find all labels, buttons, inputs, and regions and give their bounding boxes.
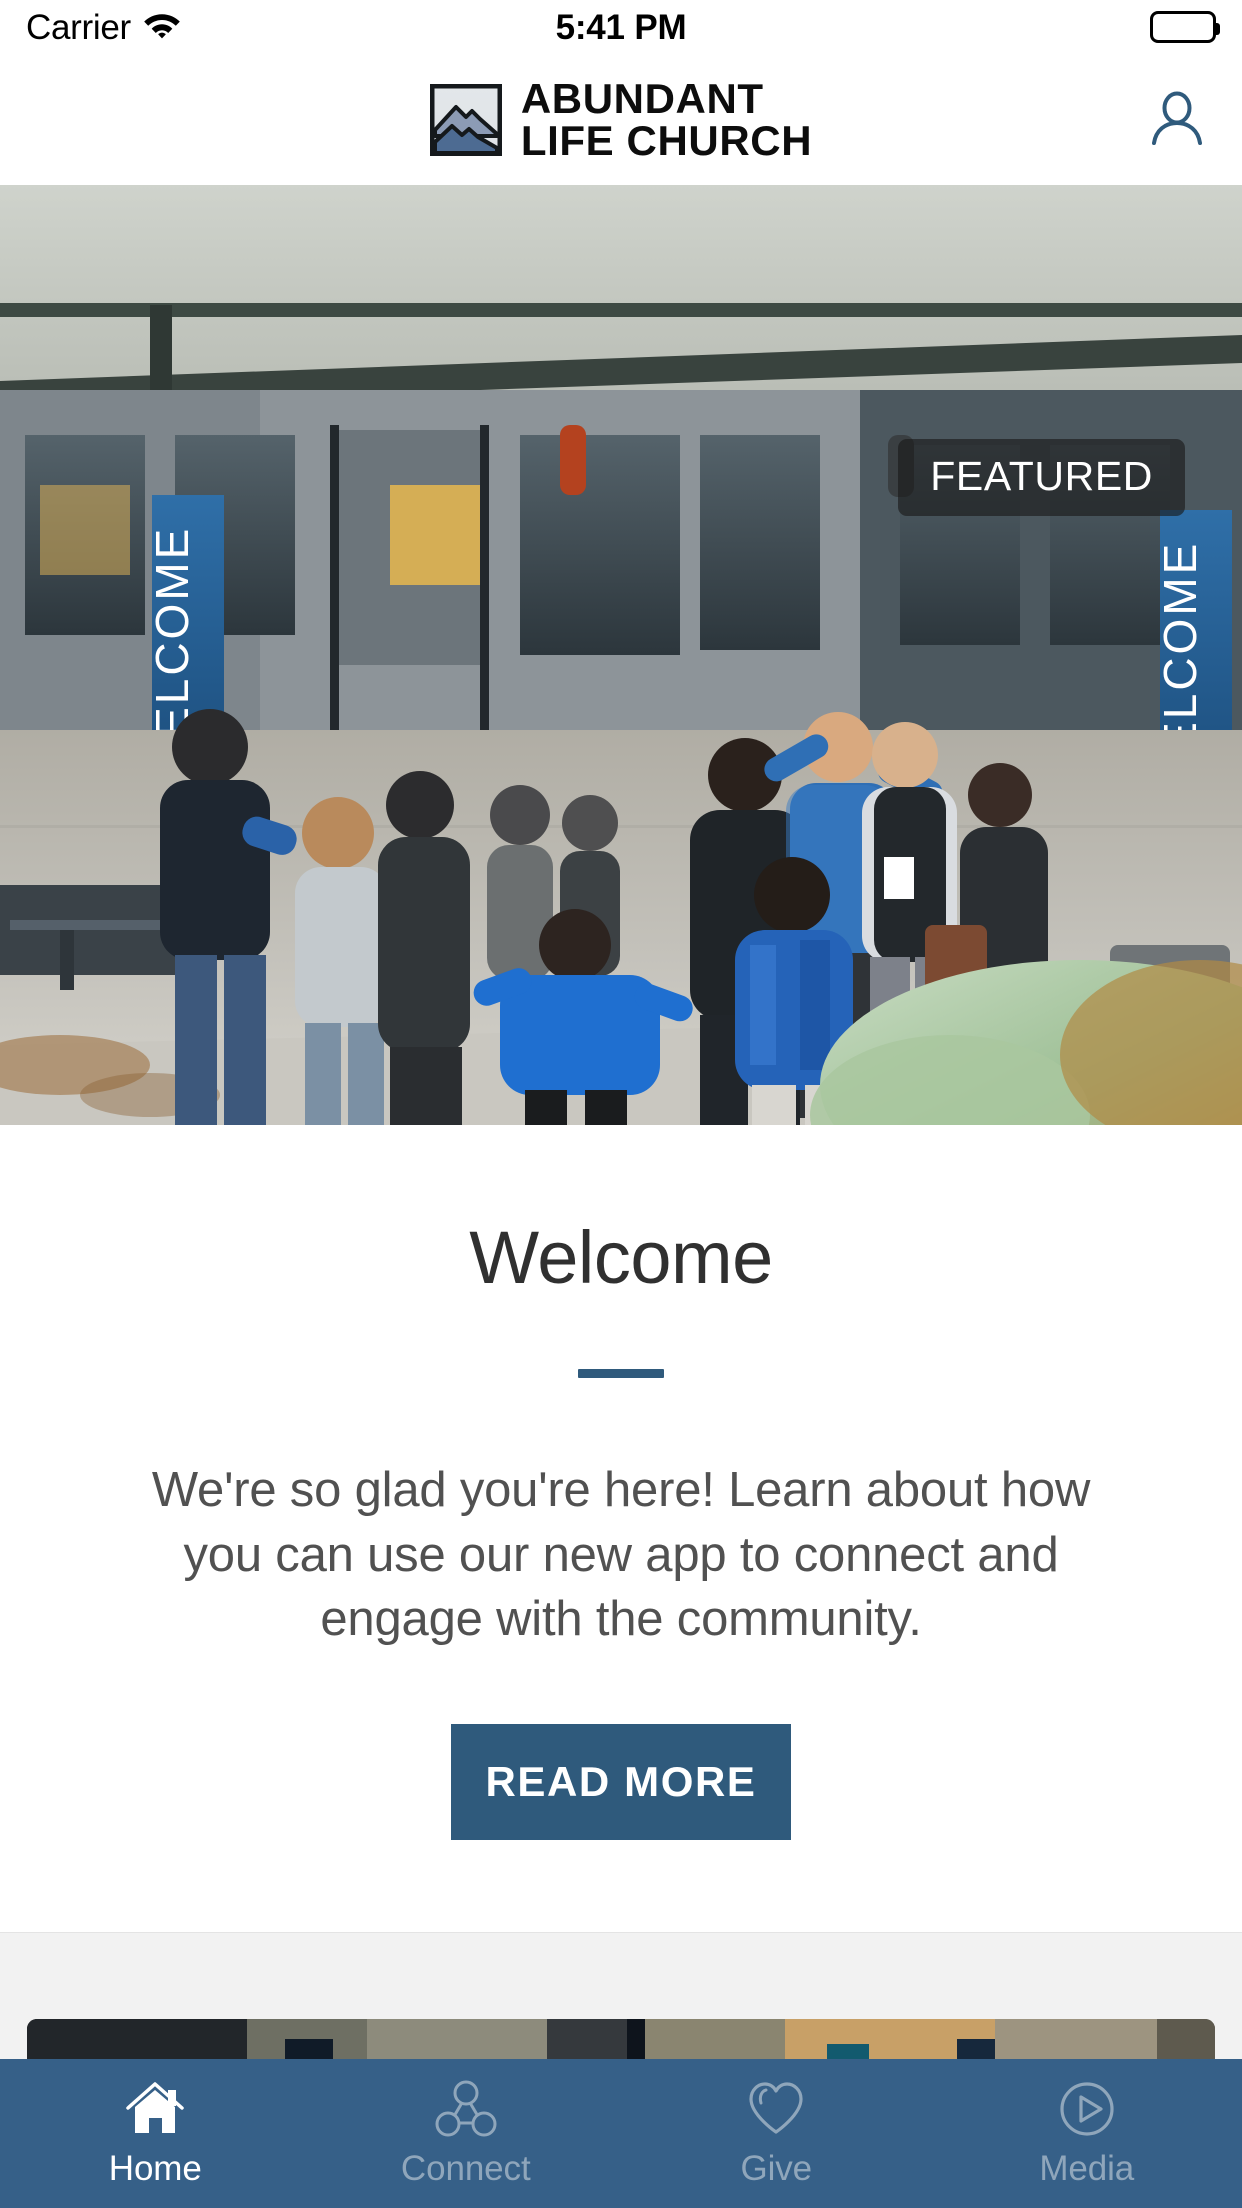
tab-label-media: Media [1039,2149,1135,2188]
featured-badge-label: FEATURED [930,453,1153,499]
status-bar-right [686,11,1221,43]
status-bar: Carrier 5:41 PM [0,0,1242,54]
account-button[interactable] [1146,89,1208,151]
tab-label-give: Give [740,2149,813,2188]
tab-label-connect: Connect [400,2149,531,2188]
app-header: ABUNDANT LIFE CHURCH [0,54,1242,185]
title-divider [578,1369,664,1378]
home-icon [124,2076,186,2142]
brand-text: ABUNDANT LIFE CHURCH [520,75,813,164]
tab-media[interactable]: Media [932,2059,1242,2208]
status-bar-center: 5:41 PM [556,10,687,45]
person-icon [1149,89,1205,150]
tab-connect[interactable]: Connect [311,2059,622,2208]
brand-name-line2: LIFE CHURCH [520,116,813,164]
tab-home[interactable]: Home [0,2059,311,2208]
church-entrance-photo: WELCOME WELCOME [0,185,1242,1125]
tab-give[interactable]: Give [621,2059,932,2208]
featured-hero[interactable]: WELCOME WELCOME FEATURED [0,185,1242,1125]
brand-name-line1: ABUNDANT [520,75,764,123]
heart-icon [745,2076,807,2142]
featured-badge: FEATURED [898,439,1185,516]
mountain-logo-icon [429,83,503,156]
clock-label: 5:41 PM [555,7,687,47]
play-circle-icon [1056,2076,1118,2142]
tab-label-home: Home [108,2149,202,2188]
app-screen: Carrier 5:41 PM ABUNDANT LIFE CHURCH WEL… [0,0,1242,2208]
page-title: Welcome [469,1216,773,1299]
welcome-section: Welcome We're so glad you're here! Learn… [0,1125,1242,1935]
read-more-button[interactable]: READ MORE [451,1724,791,1841]
carrier-label: Carrier [26,7,131,47]
wifi-icon [143,11,181,44]
welcome-body-text: We're so glad you're here! Learn about h… [151,1463,1091,1647]
battery-icon [1150,11,1221,43]
network-nodes-icon [435,2076,497,2142]
brand-logo[interactable]: ABUNDANT LIFE CHURCH [429,75,813,164]
bottom-tab-bar: Home Connect Give Media [0,2059,1242,2208]
status-bar-left: Carrier [26,10,556,45]
